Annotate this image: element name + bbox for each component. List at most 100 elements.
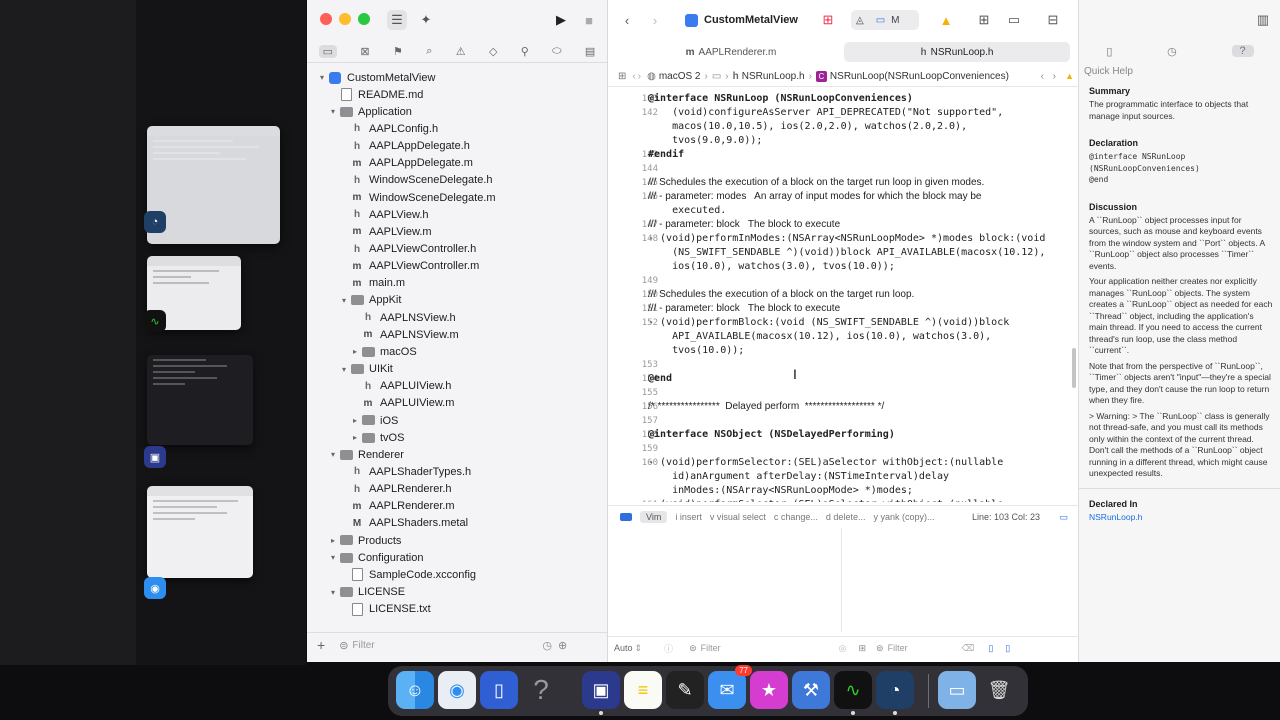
canvas-icon[interactable]: ▭	[1004, 10, 1024, 30]
tree-item[interactable]: h AAPLUIView.h	[307, 378, 607, 395]
trash-icon[interactable]: 🗑︎	[980, 671, 1018, 709]
add-icon[interactable]: +	[317, 637, 325, 653]
history-inspector-icon[interactable]: ◷	[1167, 45, 1177, 58]
chevron-down-icon[interactable]: ▾	[328, 588, 338, 597]
split-right-icon[interactable]: ▯	[1005, 643, 1010, 654]
warning-icon[interactable]: ▲	[936, 10, 956, 30]
tree-item[interactable]: ▾ Configuration	[307, 549, 607, 566]
next-issue-icon[interactable]: ›	[1053, 71, 1056, 82]
inspector-toggle-icon[interactable]: ▥	[1253, 10, 1273, 30]
tree-item[interactable]: ▾ UIKit	[307, 361, 607, 378]
sparkle-icon[interactable]: ✦	[416, 10, 436, 30]
source-control-icon[interactable]: ⊠	[360, 45, 369, 58]
mail-icon[interactable]: ✉ 77	[708, 665, 752, 709]
tree-item[interactable]: M AAPLShaders.metal	[307, 515, 607, 532]
tree-item[interactable]: ▾ Application	[307, 103, 607, 120]
chevron-right-icon[interactable]: ▸	[350, 416, 360, 425]
chevron-right-icon[interactable]: ▸	[350, 433, 360, 442]
sidebar-toggle-icon[interactable]: ☰	[387, 10, 407, 30]
chevron-down-icon[interactable]: ▾	[328, 107, 338, 116]
itunes-star-icon[interactable]: ★	[750, 671, 788, 709]
stop-button[interactable]: ■	[579, 10, 599, 30]
structure-icon[interactable]: ⊞	[858, 643, 866, 654]
tree-item[interactable]: m AAPLNSView.m	[307, 326, 607, 343]
issue-icon[interactable]: ⚠	[456, 45, 466, 58]
debug-area-toggle-icon[interactable]: ▭	[1059, 512, 1068, 523]
jumpbar-file[interactable]: NSRunLoop.h	[742, 71, 805, 82]
report-icon[interactable]: ▤	[585, 45, 595, 58]
stage-thumbnail-safari[interactable]	[147, 486, 253, 578]
tab-nsrunloop-h[interactable]: h NSRunLoop.h	[844, 42, 1070, 62]
split-left-icon[interactable]: ▯	[988, 643, 993, 654]
related-items-icon[interactable]: ⊞	[618, 71, 626, 82]
jumpbar-sdk[interactable]: macOS 2	[659, 71, 701, 82]
tree-item[interactable]: ▸ macOS	[307, 343, 607, 360]
navigator-filter-input[interactable]: Filter	[352, 640, 542, 651]
activity-monitor-dock-icon[interactable]: ∿	[834, 671, 872, 709]
tree-item[interactable]: m AAPLViewController.m	[307, 258, 607, 275]
tree-item[interactable]: ▸ tvOS	[307, 429, 607, 446]
tree-item[interactable]: ▾ CustomMetalView	[307, 69, 607, 86]
declared-in-link[interactable]: NSRunLoop.h	[1089, 512, 1273, 524]
tree-item[interactable]: SampleCode.xcconfig	[307, 566, 607, 583]
tree-item[interactable]: ▾ AppKit	[307, 292, 607, 309]
info-icon[interactable]: ⓘ	[664, 642, 673, 655]
tab-aaplrenderer-m[interactable]: m AAPLRenderer.m	[616, 42, 846, 62]
simulator-icon[interactable]: ▯	[480, 671, 518, 709]
search-icon[interactable]: ⌕	[426, 45, 432, 58]
vertical-scroller[interactable]	[1072, 348, 1076, 388]
tree-item[interactable]: m AAPLUIView.m	[307, 395, 607, 412]
scheme-selector[interactable]: ◬ ▭ M	[851, 10, 919, 30]
source-filter-icon[interactable]: ⊕	[558, 639, 567, 652]
safari-icon[interactable]: ◉	[438, 671, 476, 709]
eye-icon[interactable]: ◎	[839, 643, 847, 654]
xcode-dock-icon[interactable]: ▣	[582, 671, 620, 709]
add-editor-icon[interactable]: ⊞	[974, 10, 994, 30]
bookmark-icon[interactable]: ⚑	[393, 45, 403, 58]
help-icon[interactable]: ?	[522, 671, 560, 709]
tree-item[interactable]: h AAPLShaderTypes.h	[307, 463, 607, 480]
prev-issue-icon[interactable]: ‹	[1041, 71, 1044, 82]
folder-icon[interactable]: ▭	[318, 44, 338, 58]
code-editor[interactable]: 103 @interface NSRunLoop (NSRunLoopConven…	[608, 92, 1078, 502]
quick-help-icon[interactable]: ?	[1231, 45, 1254, 57]
tree-item[interactable]: m AAPLAppDelegate.m	[307, 155, 607, 172]
warning-icon[interactable]: ▲	[1065, 71, 1074, 81]
minimize-window-button[interactable]	[339, 13, 351, 25]
library-icon[interactable]: ⊞	[818, 10, 838, 30]
chevron-down-icon[interactable]: ▾	[339, 296, 349, 305]
tree-item[interactable]: ▸ Products	[307, 532, 607, 549]
tree-item[interactable]: ▾ Renderer	[307, 446, 607, 463]
tree-item[interactable]: m AAPLRenderer.m	[307, 498, 607, 515]
notes-icon[interactable]: ≡	[624, 671, 662, 709]
chevron-right-icon[interactable]: ▸	[350, 347, 360, 356]
jumpbar-symbol[interactable]: NSRunLoop(NSRunLoopConveniences)	[830, 71, 1009, 82]
chevron-right-icon[interactable]: ▸	[328, 536, 338, 545]
recent-files-icon[interactable]: ◷	[542, 639, 552, 652]
instruments-dock-icon[interactable]: ◔	[876, 671, 914, 709]
close-window-button[interactable]	[320, 13, 332, 25]
tree-item[interactable]: h WindowSceneDelegate.h	[307, 172, 607, 189]
forward-arrow-icon[interactable]: ›	[646, 10, 664, 30]
console-filter-input[interactable]: Filter	[888, 643, 958, 653]
ghost-app-icon[interactable]: ✎	[666, 671, 704, 709]
tree-item[interactable]: m AAPLView.m	[307, 223, 607, 240]
tree-item[interactable]: LICENSE.txt	[307, 601, 607, 618]
tree-item[interactable]: ▾ LICENSE	[307, 584, 607, 601]
auto-variables-select[interactable]: Auto	[614, 643, 633, 653]
xcode-beta-icon[interactable]: ⚒	[792, 671, 830, 709]
downloads-folder-icon[interactable]: ▭	[938, 671, 976, 709]
tree-item[interactable]: h AAPLRenderer.h	[307, 481, 607, 498]
chevron-down-icon[interactable]: ▾	[317, 73, 327, 82]
finder-icon[interactable]: ☺	[396, 671, 434, 709]
tree-item[interactable]: README.md	[307, 86, 607, 103]
stage-thumbnail-xcode[interactable]	[147, 126, 280, 244]
tree-item[interactable]: h AAPLView.h	[307, 206, 607, 223]
editor-options-icon[interactable]: ⊟	[1038, 10, 1068, 30]
tree-item[interactable]: m WindowSceneDelegate.m	[307, 189, 607, 206]
nav-forward-icon[interactable]: ›	[638, 71, 641, 82]
run-button[interactable]: ▶	[551, 10, 571, 30]
tree-item[interactable]: h AAPLConfig.h	[307, 120, 607, 137]
tree-item[interactable]: ▸ iOS	[307, 412, 607, 429]
breakpoint-icon[interactable]: ⬭	[552, 45, 561, 58]
